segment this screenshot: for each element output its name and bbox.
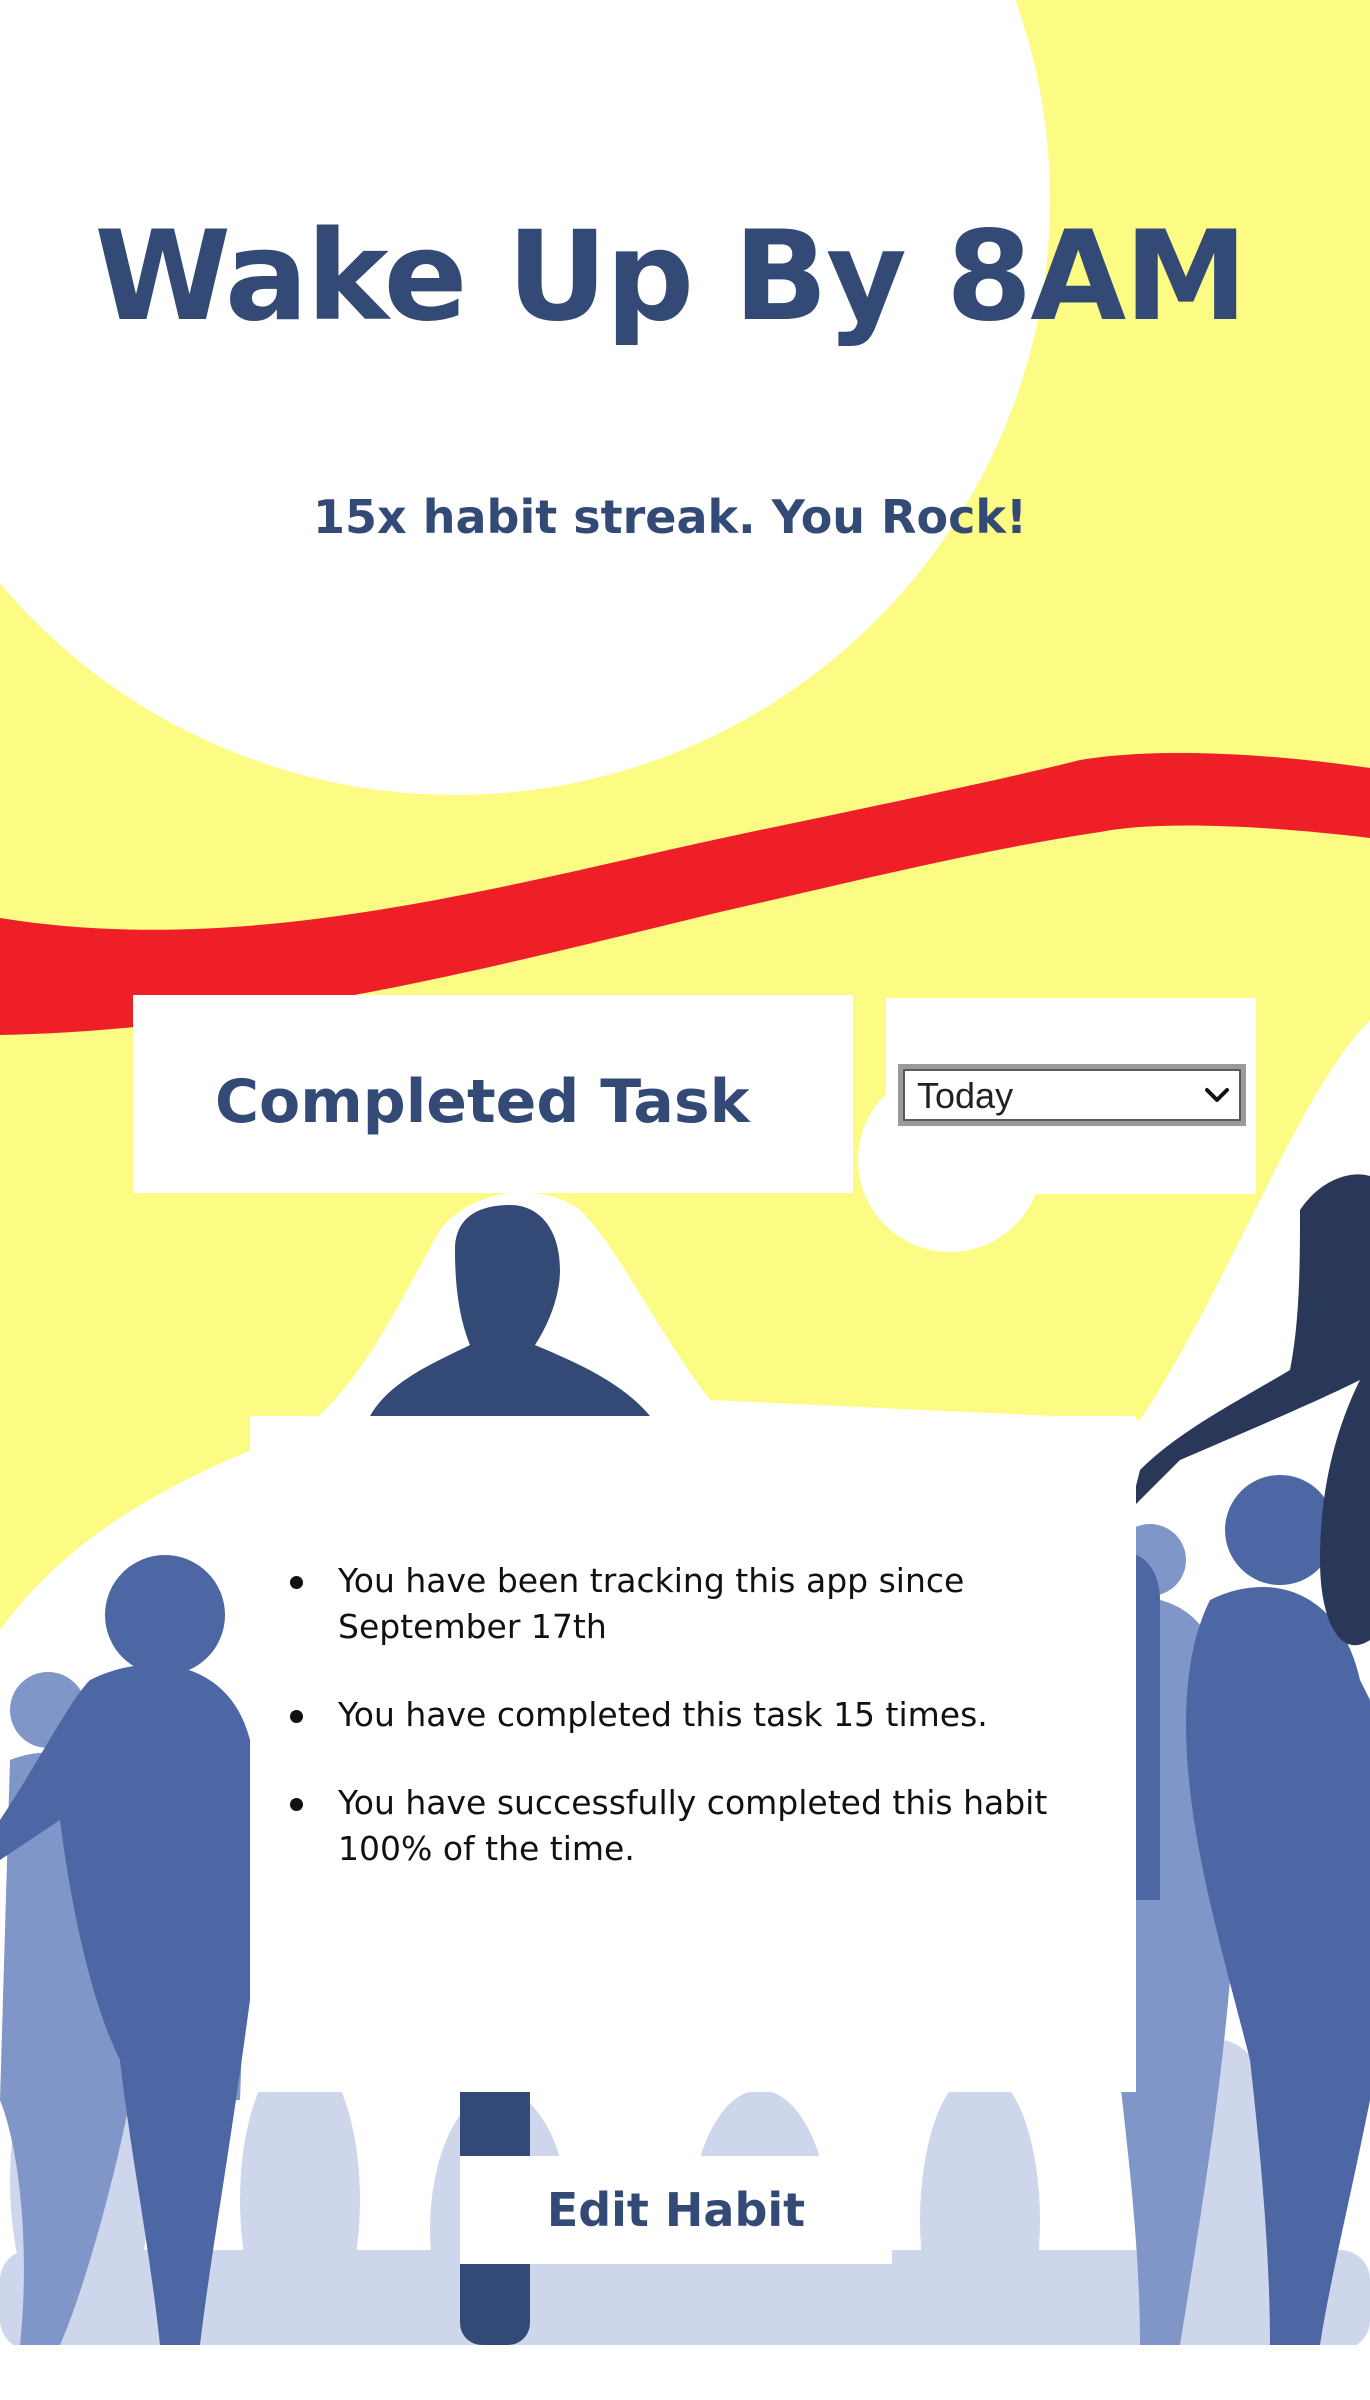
stat-text: You have successfully completed this hab… xyxy=(338,1783,1048,1868)
streak-message: 15x habit streak. You Rock! xyxy=(313,490,1027,544)
completed-task-label: Completed Task xyxy=(215,1067,750,1137)
list-item: You have completed this task 15 times. xyxy=(290,1692,1090,1738)
stat-text: You have completed this task 15 times. xyxy=(338,1695,988,1734)
completed-task-panel: Completed Task xyxy=(133,995,853,1193)
list-item: You have been tracking this app since Se… xyxy=(290,1558,1090,1650)
bullet-icon xyxy=(290,1710,303,1723)
habit-stats-card: You have been tracking this app since Se… xyxy=(250,1416,1136,2092)
list-item: You have successfully completed this hab… xyxy=(290,1780,1090,1872)
habit-stats-list: You have been tracking this app since Se… xyxy=(290,1558,1090,1914)
period-select-value: Today xyxy=(917,1075,1014,1116)
filter-panel: Today xyxy=(886,998,1256,1194)
edit-habit-button[interactable]: Edit Habit xyxy=(460,2156,892,2264)
period-select[interactable]: Today xyxy=(898,1064,1246,1126)
bullet-icon xyxy=(290,1576,303,1589)
chevron-down-icon xyxy=(1205,1088,1229,1102)
bullet-icon xyxy=(290,1798,303,1811)
stat-text: You have been tracking this app since Se… xyxy=(338,1561,965,1646)
habit-title: Wake Up By 8AM xyxy=(94,205,1247,349)
